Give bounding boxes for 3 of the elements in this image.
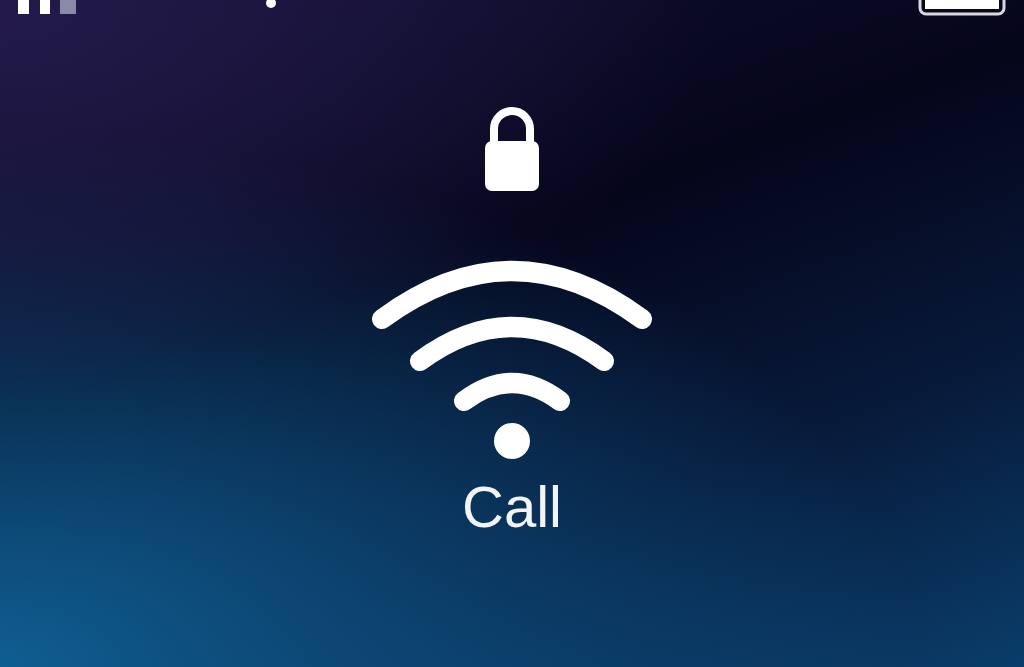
battery-icon [918,0,1006,16]
call-label: Call [462,475,562,539]
signal-icon [18,0,76,14]
